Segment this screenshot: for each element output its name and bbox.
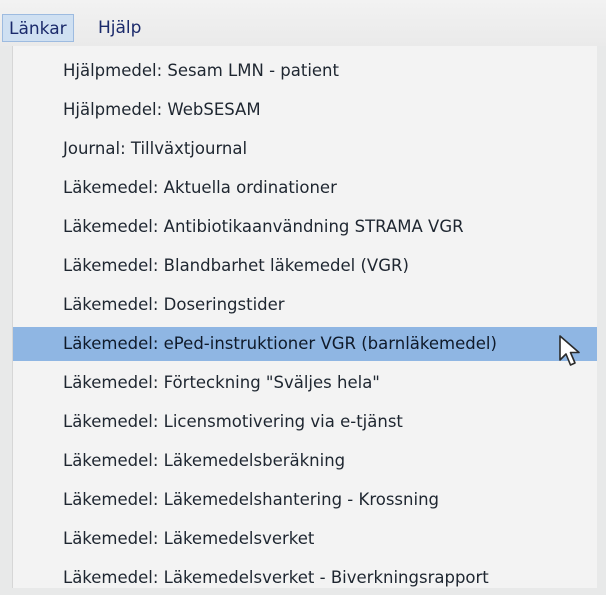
menu-item-strama-vgr[interactable]: Läkemedel: Antibiotikaanvändning STRAMA … (13, 210, 597, 244)
menu-item-svaljes-hela[interactable]: Läkemedel: Förteckning "Sväljes hela" (13, 366, 597, 400)
menu-hjalp[interactable]: Hjälp (92, 14, 147, 42)
menu-lankar[interactable]: Länkar (2, 14, 74, 42)
menu-item-sesam-lmn-patient[interactable]: Hjälpmedel: Sesam LMN - patient (13, 54, 597, 88)
menu-item-blandbarhet[interactable]: Läkemedel: Blandbarhet läkemedel (VGR) (13, 249, 597, 283)
menu-bar: Länkar Hjälp (0, 0, 606, 46)
menu-item-doseringstider[interactable]: Läkemedel: Doseringstider (13, 288, 597, 322)
menu-item-licensmotivering[interactable]: Läkemedel: Licensmotivering via e-tjänst (13, 405, 597, 439)
lankar-dropdown-menu: Hjälpmedel: Sesam LMN - patient Hjälpmed… (12, 46, 597, 588)
menu-item-aktuella-ordinationer[interactable]: Läkemedel: Aktuella ordinationer (13, 171, 597, 205)
menu-item-biverkningsrapport[interactable]: Läkemedel: Läkemedelsverket - Biverkning… (13, 561, 597, 595)
menu-item-tillvaxtjournal[interactable]: Journal: Tillväxtjournal (13, 132, 597, 166)
mouse-pointer-icon (559, 335, 580, 366)
menu-item-lakemedelsberakning[interactable]: Läkemedel: Läkemedelsberäkning (13, 444, 597, 478)
menu-item-websesam[interactable]: Hjälpmedel: WebSESAM (13, 93, 597, 127)
menu-item-lakemedelsverket[interactable]: Läkemedel: Läkemedelsverket (13, 522, 597, 556)
menu-item-eped-instruktioner[interactable]: Läkemedel: ePed-instruktioner VGR (barnl… (13, 327, 597, 361)
menu-item-krossning[interactable]: Läkemedel: Läkemedelshantering - Krossni… (13, 483, 597, 517)
